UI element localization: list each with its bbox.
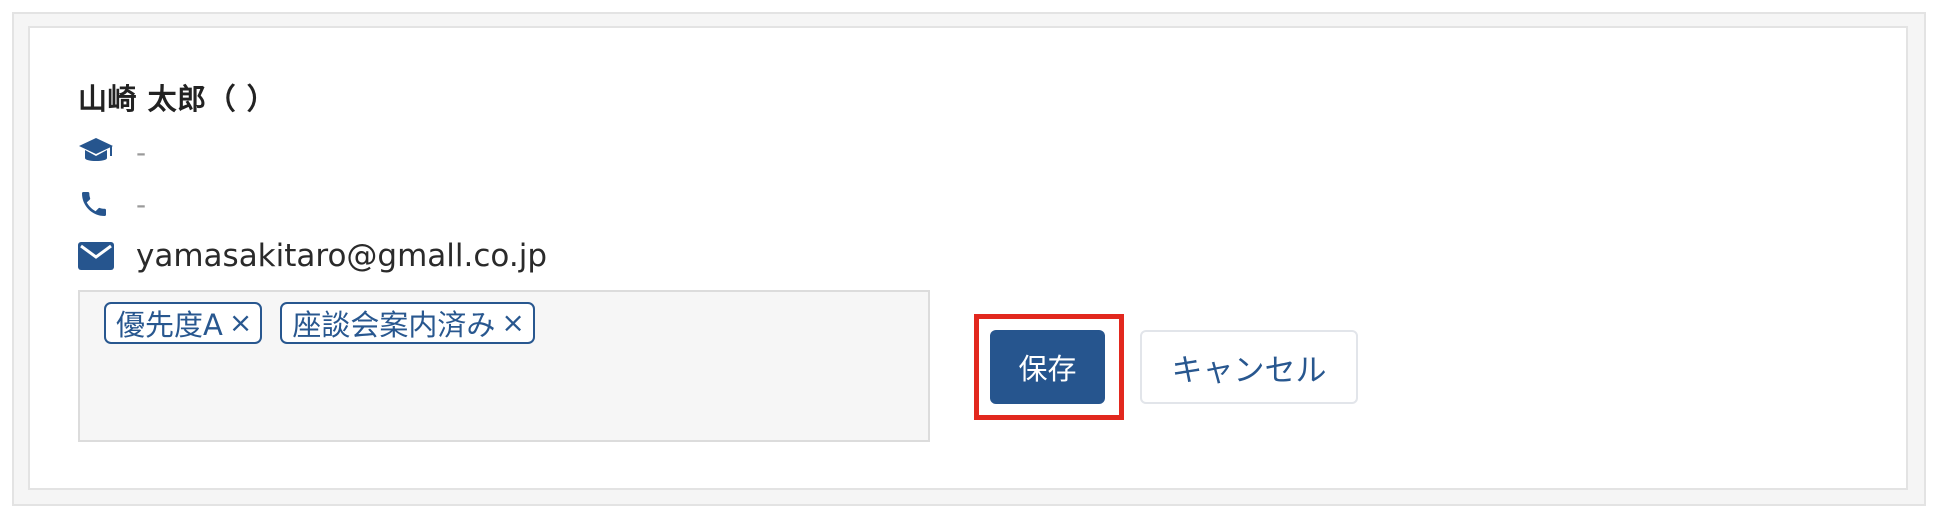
contact-name: 山崎 太郎（ ） — [78, 82, 277, 116]
email-value: yamasakitaro@gmall.co.jp — [136, 238, 547, 274]
contact-panel: 山崎 太郎（ ） - - yamasakitaro@gmall.co.jp 優先… — [12, 12, 1926, 506]
phone-icon — [78, 184, 118, 224]
envelope-icon — [78, 236, 118, 276]
school-row: - — [78, 132, 146, 172]
tag-list: 優先度A × 座談会案内済み × — [104, 302, 535, 344]
phone-value: - — [136, 187, 147, 221]
tag-label: 優先度A — [116, 308, 223, 342]
tag-label: 座談会案内済み — [292, 308, 496, 342]
save-button[interactable]: 保存 — [990, 330, 1105, 404]
phone-row: - — [78, 184, 146, 224]
tag-remove-icon[interactable]: × — [229, 309, 252, 337]
email-row: yamasakitaro@gmall.co.jp — [78, 236, 547, 276]
school-value: - — [136, 135, 147, 169]
cancel-button[interactable]: キャンセル — [1140, 330, 1358, 404]
tag-priority-a: 優先度A × — [104, 302, 263, 344]
graduation-cap-icon — [78, 132, 118, 172]
tag-remove-icon[interactable]: × — [501, 309, 524, 337]
tag-roundtable-invited: 座談会案内済み × — [280, 302, 535, 344]
tag-input[interactable]: 優先度A × 座談会案内済み × — [78, 290, 930, 442]
contact-card: 山崎 太郎（ ） - - yamasakitaro@gmall.co.jp 優先… — [28, 26, 1908, 490]
